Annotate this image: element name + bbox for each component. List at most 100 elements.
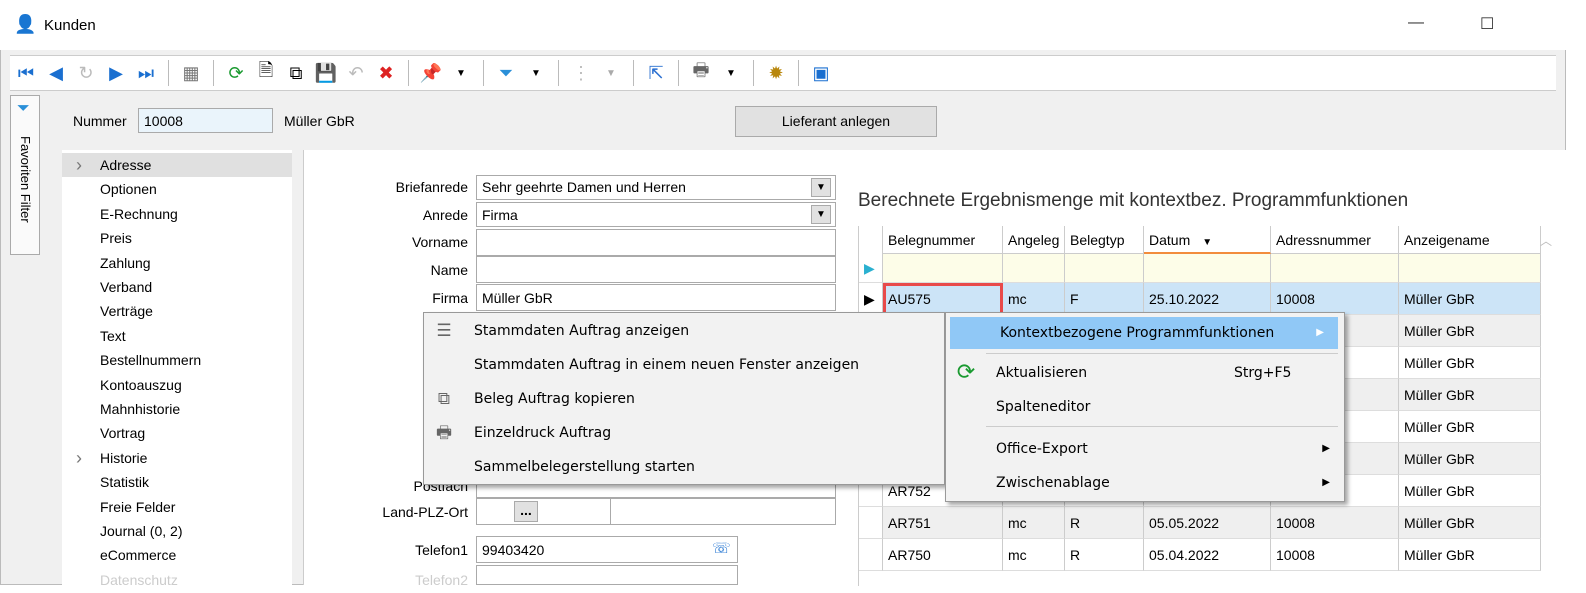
first-record-icon[interactable]: ⏮ [14, 61, 38, 85]
submenu-item[interactable]: 🖶 Einzeldruck Auftrag [424, 417, 944, 449]
nav-item[interactable]: Vortrag [62, 421, 292, 445]
context-menu-item[interactable]: Zwischenablage ▶ [946, 467, 1344, 499]
submenu-item[interactable]: ☰ Stammdaten Auftrag anzeigen [424, 315, 944, 347]
ort-input[interactable] [610, 498, 836, 525]
context-menu-item[interactable]: Spalteneditor [946, 391, 1344, 423]
undo-icon[interactable]: ↶ [344, 61, 368, 85]
filter-cell[interactable] [1399, 254, 1541, 283]
column-header[interactable]: Belegnummer [883, 226, 1003, 254]
nav-item[interactable]: Bestellnummern [62, 348, 292, 372]
column-header[interactable]: Datum ▼ [1144, 226, 1271, 254]
favoriten-filter-tab[interactable]: ⏷ Favoriten Filter [10, 95, 40, 255]
nav-item[interactable]: Freie Felder [62, 495, 292, 519]
name-input[interactable] [476, 256, 836, 283]
current-row-icon[interactable]: ▶ [859, 283, 883, 315]
column-header[interactable]: Anzeigename [1399, 226, 1541, 254]
grid-cell[interactable]: AR750 [883, 539, 1003, 571]
grid-cell[interactable]: Müller GbR [1399, 443, 1541, 475]
save-icon[interactable]: 💾 [314, 61, 338, 85]
filter-cell[interactable] [1065, 254, 1144, 283]
filter-icon[interactable]: ⏷ [494, 61, 518, 85]
nav-item[interactable]: Zahlung [62, 251, 292, 275]
grid-cell[interactable]: 10008 [1271, 507, 1399, 539]
filter-cell[interactable] [1144, 254, 1271, 283]
grid-cell[interactable]: 25.10.2022 [1144, 283, 1271, 315]
telefon1-input[interactable] [476, 536, 738, 563]
nav-item[interactable]: Kontoauszug [62, 373, 292, 397]
nav-item[interactable]: Datenschutz [62, 568, 292, 592]
row-indicator[interactable] [859, 507, 883, 539]
grid-cell[interactable]: Müller GbR [1399, 475, 1541, 507]
grid-cell[interactable]: 05.05.2022 [1144, 507, 1271, 539]
grid-cell[interactable]: Müller GbR [1399, 507, 1541, 539]
grid-cell[interactable]: 05.04.2022 [1144, 539, 1271, 571]
lieferant-anlegen-button[interactable]: Lieferant anlegen [735, 106, 937, 137]
delete-icon[interactable]: ✖ [374, 61, 398, 85]
export-icon[interactable]: ⇱ [644, 61, 668, 85]
grid-cell[interactable]: Müller GbR [1399, 347, 1541, 379]
land-input[interactable] [476, 498, 611, 525]
nav-item[interactable]: Journal (0, 2) [62, 519, 292, 543]
addin-icon[interactable]: ✹ [764, 61, 788, 85]
filter-dropdown-icon[interactable]: ▼ [524, 61, 548, 85]
submenu-item[interactable]: Stammdaten Auftrag in einem neuen Fenste… [424, 349, 944, 381]
firma-input[interactable] [476, 284, 836, 311]
row-header-corner[interactable] [859, 226, 883, 255]
grid-cell[interactable]: F [1065, 283, 1144, 315]
nav-item[interactable]: Verband [62, 275, 292, 299]
submenu-item[interactable]: Sammelbelegerstellung starten [424, 451, 944, 483]
nav-item[interactable]: Verträge [62, 299, 292, 323]
nav-item[interactable]: eCommerce [62, 543, 292, 567]
grid-cell[interactable]: mc [1003, 507, 1065, 539]
grid-cell[interactable]: 10008 [1271, 539, 1399, 571]
briefanrede-select[interactable]: Sehr geehrte Damen und Herren [476, 175, 836, 200]
filter-cell[interactable] [1003, 254, 1065, 283]
new-record-icon[interactable]: 🗎 [254, 60, 278, 85]
grid-cell[interactable]: AU575 [883, 283, 1003, 315]
browse-button[interactable]: ... [514, 501, 538, 522]
next-record-icon[interactable]: ▶ [104, 61, 128, 85]
anrede-select[interactable] [476, 202, 836, 227]
column-header[interactable]: Angeleg [1003, 226, 1065, 254]
grid-cell[interactable]: Müller GbR [1399, 539, 1541, 571]
grid-cell[interactable]: Müller GbR [1399, 315, 1541, 347]
nav-item[interactable]: Text [62, 324, 292, 348]
filter-cell[interactable] [1271, 254, 1399, 283]
previous-record-icon[interactable]: ◀ [44, 61, 68, 85]
nav-item[interactable]: Optionen [62, 177, 292, 201]
grid-cell[interactable]: Müller GbR [1399, 379, 1541, 411]
telefon2-input[interactable] [476, 565, 738, 585]
filter-row-icon[interactable]: ▶ [859, 254, 883, 283]
grid-cell[interactable]: Müller GbR [1399, 283, 1541, 315]
scroll-up-icon[interactable]: ︿ [1540, 232, 1552, 249]
nav-item[interactable]: Preis [62, 226, 292, 250]
copy-record-icon[interactable]: ⧉ [284, 61, 308, 85]
table-view-icon[interactable]: ▦ [179, 61, 203, 85]
row-indicator[interactable] [859, 539, 883, 571]
refresh-icon[interactable]: ⟳ [224, 61, 248, 85]
vorname-input[interactable] [476, 229, 836, 256]
nav-item[interactable]: Statistik [62, 470, 292, 494]
minimize-button[interactable]: — [1408, 14, 1424, 32]
nummer-input[interactable] [138, 108, 273, 133]
tree-icon[interactable]: ⋮ [569, 61, 593, 85]
grid-cell[interactable]: R [1065, 507, 1144, 539]
nav-item[interactable]: E-Rechnung [62, 202, 292, 226]
column-header[interactable]: Belegtyp [1065, 226, 1144, 254]
nav-item[interactable]: Mahnhistorie [62, 397, 292, 421]
phone-icon[interactable]: ☏ [712, 539, 731, 557]
grid-cell[interactable]: 10008 [1271, 283, 1399, 315]
grid-cell[interactable]: R [1065, 539, 1144, 571]
chevron-down-icon[interactable]: ▼ [811, 178, 831, 197]
chevron-down-icon[interactable]: ▼ [811, 205, 831, 224]
grid-cell[interactable]: mc [1003, 539, 1065, 571]
last-record-icon[interactable]: ⏭ [134, 61, 158, 85]
context-menu-item[interactable]: ⟳ Aktualisieren Strg+F5 [946, 357, 1344, 389]
grid-cell[interactable]: mc [1003, 283, 1065, 315]
grid-cell[interactable]: Müller GbR [1399, 411, 1541, 443]
nav-item[interactable]: › Adresse [62, 153, 292, 177]
notes-icon[interactable]: ▣ [809, 61, 833, 85]
nav-item[interactable]: › Historie [62, 446, 292, 470]
context-menu-item[interactable]: Kontextbezogene Programmfunktionen ▶ [950, 317, 1338, 349]
column-header[interactable]: Adressnummer [1271, 226, 1399, 254]
